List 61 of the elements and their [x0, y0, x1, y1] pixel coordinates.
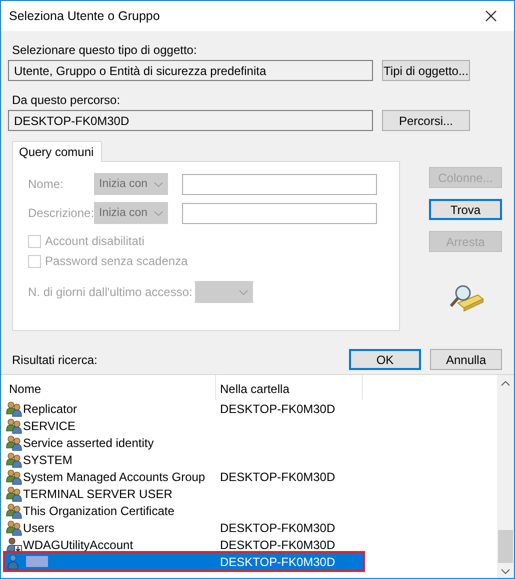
- user-name: SERVICE: [23, 418, 76, 432]
- result-row[interactable]: SYSTEM: [5, 451, 363, 468]
- user-name: SYSTEM: [23, 452, 72, 466]
- folder-name: DESKTOP-FK0M30D: [220, 470, 336, 484]
- magnifier-icon: [448, 283, 484, 313]
- location-field: DESKTOP-FK0M30D: [8, 110, 373, 131]
- group-icon: [6, 400, 22, 416]
- folder-name: DESKTOP-FK0M30D: [220, 402, 336, 416]
- user-name: TERMINAL SERVER USER: [23, 486, 172, 500]
- result-row[interactable]: This Organization Certificate: [5, 502, 363, 519]
- scrollbar-thumb[interactable]: [498, 530, 513, 563]
- caret-icon: [239, 290, 248, 294]
- group-icon: [6, 434, 22, 450]
- user-name: WDAGUtilityAccount: [23, 538, 134, 552]
- user-name: This Organization Certificate: [23, 504, 174, 518]
- close-icon[interactable]: [485, 10, 497, 22]
- window-title: Seleziona Utente o Gruppo: [9, 9, 160, 23]
- field-label: Da questo percorso:: [12, 93, 120, 107]
- scrollbar[interactable]: [497, 375, 514, 578]
- dialog-button[interactable]: OK: [349, 349, 421, 370]
- field-label: Nome:: [28, 177, 64, 191]
- group-icon: [6, 468, 22, 484]
- results-label: Risultati ricerca:: [12, 353, 98, 367]
- column-header[interactable]: Nome: [5, 375, 216, 400]
- user-name: System Managed Accounts Group: [23, 470, 206, 484]
- input-field[interactable]: [182, 202, 377, 224]
- group-icon: [6, 418, 22, 434]
- folder-name: DESKTOP-FK0M30D: [220, 554, 336, 568]
- dialog-button[interactable]: Annulla: [430, 349, 502, 370]
- checkbox-label: Account disabilitati: [45, 234, 144, 248]
- field-label: Descrizione:: [28, 206, 94, 220]
- object-type-field: Utente, Gruppo o Entità di sicurezza predefinita: [8, 60, 373, 81]
- user-name: Service asserted identity: [23, 436, 154, 450]
- input-field[interactable]: [182, 174, 377, 194]
- field-label: N. di giorni dall'ultimo accesso:: [28, 285, 192, 299]
- checkbox-label: Password senza scadenza: [45, 254, 188, 268]
- tab[interactable]: Query comuni: [12, 141, 102, 162]
- search-panel-button[interactable]: Trova: [429, 199, 502, 220]
- folder-name: DESKTOP-FK0M30D: [220, 520, 336, 534]
- user-name: Replicator: [23, 402, 78, 416]
- result-row[interactable]: Service asserted identity: [5, 434, 363, 451]
- group-icon: [6, 502, 22, 518]
- column-header[interactable]: Nella cartella: [216, 375, 363, 400]
- result-row[interactable]: TERMINAL SERVER USER: [5, 485, 363, 502]
- result-row[interactable]: Users DESKTOP-FK0M30D: [5, 519, 363, 536]
- group-icon: [6, 452, 22, 468]
- result-row[interactable]: DESKTOP-FK0M30D: [5, 553, 363, 570]
- scroll-down-icon[interactable]: [501, 569, 510, 574]
- locations-button[interactable]: Percorsi...: [382, 110, 470, 131]
- result-row[interactable]: System Managed Accounts Group DESKTOP-FK0M30D: [5, 468, 363, 485]
- group-icon: [6, 486, 22, 502]
- group-icon: [6, 520, 22, 536]
- caret-icon: [154, 182, 163, 186]
- caret-icon: [154, 210, 163, 216]
- scroll-up-icon[interactable]: [501, 381, 510, 386]
- user-name: Users: [23, 520, 54, 534]
- field-label: Selezionare questo tipo di oggetto:: [12, 43, 197, 57]
- folder-name: DESKTOP-FK0M30D: [220, 538, 336, 552]
- object-types-button[interactable]: Tipi di oggetto...: [382, 60, 470, 81]
- result-row[interactable]: Replicator DESKTOP-FK0M30D: [5, 400, 363, 417]
- result-row[interactable]: SERVICE: [5, 417, 363, 434]
